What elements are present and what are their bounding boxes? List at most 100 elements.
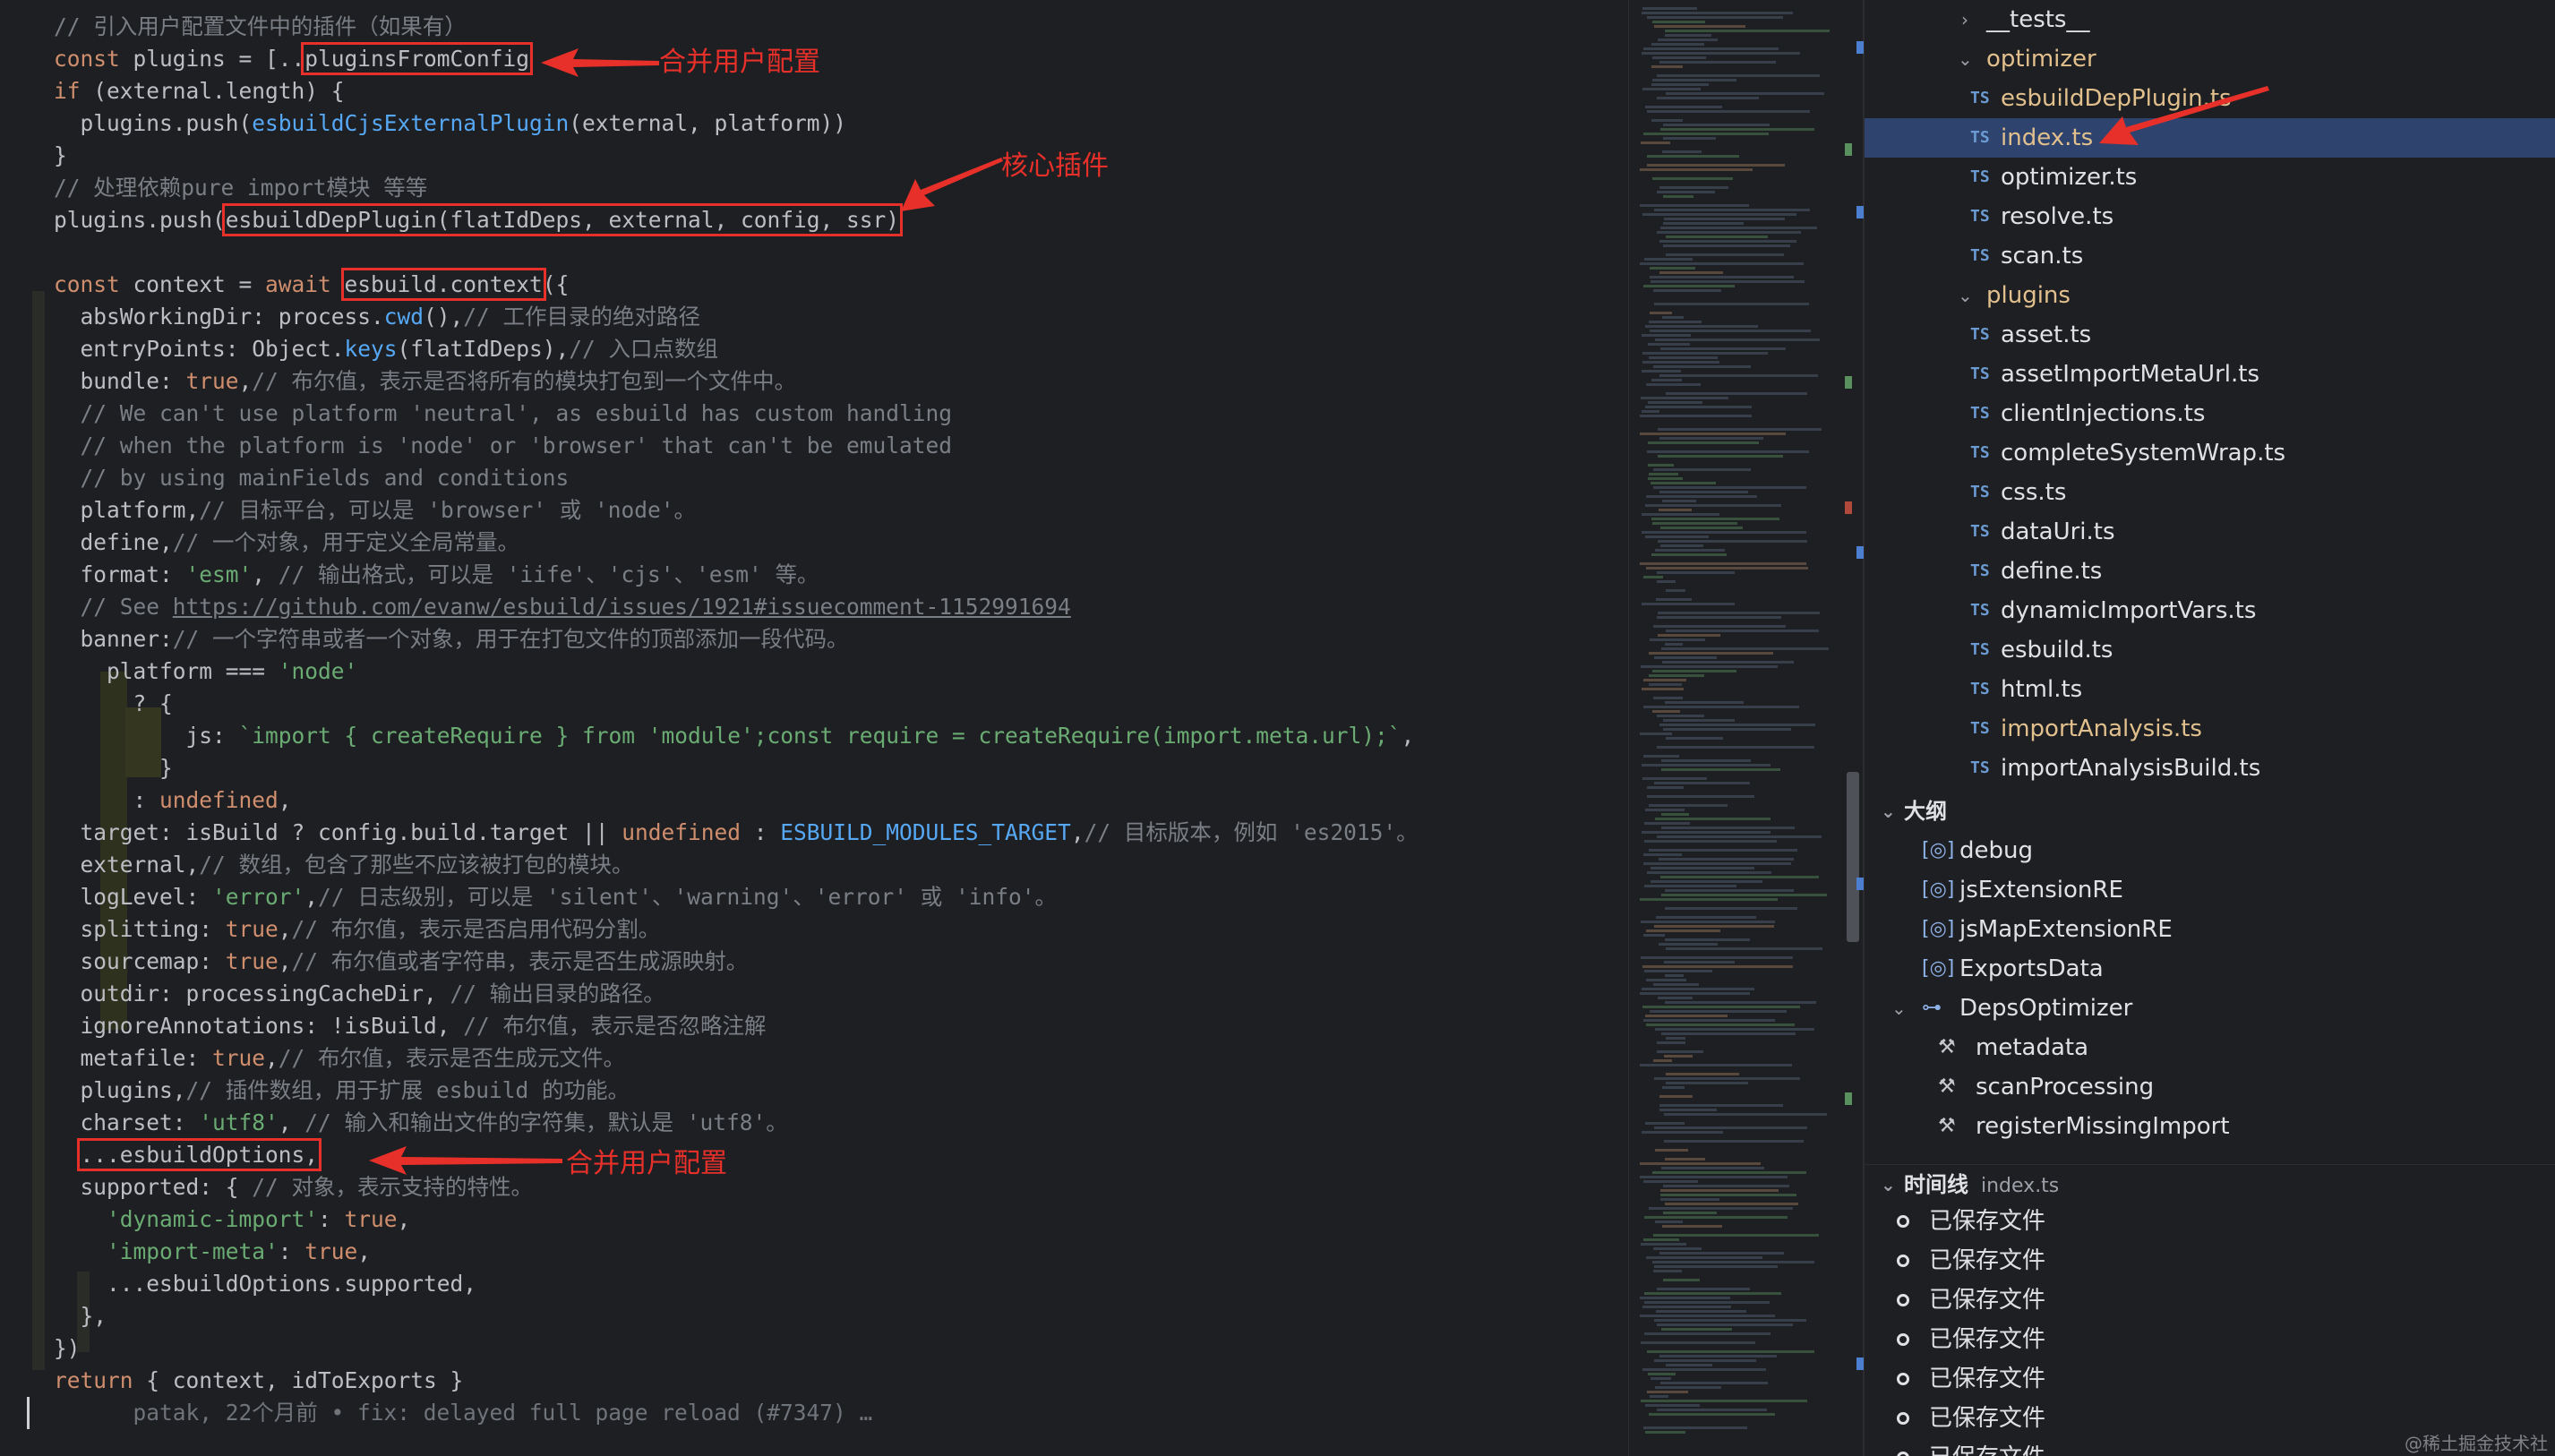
code-token: metafile: <box>54 1045 213 1071</box>
code-line[interactable]: entryPoints: Object.keys(flatIdDeps),// … <box>54 333 719 365</box>
tree-file-define-ts[interactable]: TS define.ts <box>1865 552 2555 591</box>
code-line[interactable]: // 处理依赖pure import模块 等等 <box>54 172 427 204</box>
outline-item[interactable]: [◎] jsMapExtensionRE <box>1865 910 2555 949</box>
code-line[interactable]: const plugins = [..pluginsFromConfig <box>54 42 534 75</box>
tree-file-completesystemwrap-ts[interactable]: TS completeSystemWrap.ts <box>1865 433 2555 473</box>
code-line[interactable]: ...esbuildOptions.supported, <box>54 1268 476 1300</box>
code-line[interactable]: // by using mainFields and conditions <box>54 462 570 494</box>
minimap-line <box>1650 267 1695 270</box>
code-line[interactable]: outdir: processingCacheDir, // 输出目录的路径。 <box>54 978 665 1010</box>
minimap[interactable] <box>1628 0 1843 1456</box>
tree-folder-plugins[interactable]: ⌄ plugins <box>1865 276 2555 315</box>
code-line[interactable]: plugins,// 插件数组，用于扩展 esbuild 的功能。 <box>54 1075 630 1107</box>
code-line[interactable]: // when the platform is 'node' or 'brows… <box>54 430 953 462</box>
tree-file-html-ts[interactable]: TS html.ts <box>1865 670 2555 709</box>
code-line[interactable]: charset: 'utf8', // 输入和输出文件的字符集，默认是 'utf… <box>54 1107 788 1139</box>
tree-file-esbuilddepplugin-ts[interactable]: TS esbuildDepPlugin.ts <box>1865 79 2555 118</box>
tree-file-resolve-ts[interactable]: TS resolve.ts <box>1865 197 2555 236</box>
code-line[interactable]: supported: { // 对象，表示支持的特性。 <box>54 1171 534 1203</box>
outline-item[interactable]: [◎] ExportsData <box>1865 949 2555 989</box>
timeline-entry[interactable]: 已保存文件 <box>1865 1202 2555 1241</box>
minimap-line <box>1643 1019 1775 1022</box>
tree-file-assetimportmetaurl-ts[interactable]: TS assetImportMetaUrl.ts <box>1865 355 2555 394</box>
code-line[interactable]: // 引入用户配置文件中的插件（如果有） <box>54 11 467 43</box>
tree-file-datauri-ts[interactable]: TS dataUri.ts <box>1865 512 2555 552</box>
scrollbar-thumb[interactable] <box>1847 772 1859 942</box>
code-line[interactable]: const context = await esbuild.context({ <box>54 268 569 301</box>
code-token: // 插件数组，用于扩展 esbuild 的功能。 <box>185 1077 630 1103</box>
code-line[interactable]: sourcemap: true,// 布尔值或者字符串，表示是否生成源映射。 <box>54 946 749 978</box>
timeline-entry[interactable]: 已保存文件 <box>1865 1320 2555 1359</box>
tree-folder-optimizer[interactable]: ⌄ optimizer <box>1865 39 2555 79</box>
tree-file-scan-ts[interactable]: TS scan.ts <box>1865 236 2555 276</box>
code-line[interactable]: return { context, idToExports } <box>54 1365 463 1397</box>
text-caret <box>27 1397 30 1429</box>
tree-file-asset-ts[interactable]: TS asset.ts <box>1865 315 2555 355</box>
code-editor[interactable]: // 引入用户配置文件中的插件（如果有） const plugins = [..p… <box>0 0 1628 1456</box>
code-line[interactable]: } <box>54 140 67 172</box>
file-label: index.ts <box>2001 124 2094 151</box>
outline-section-header[interactable]: ⌄ 大纲 <box>1865 792 2555 831</box>
minimap-line <box>1661 759 1751 762</box>
timeline-entry[interactable]: 已保存文件 <box>1865 1241 2555 1280</box>
code-line[interactable]: 'dynamic-import': true, <box>54 1203 410 1236</box>
code-line[interactable]: platform === 'node' <box>54 655 357 688</box>
tree-file-optimizer-ts[interactable]: TS optimizer.ts <box>1865 158 2555 197</box>
code-line[interactable]: banner:// 一个字符串或者一个对象，用于在打包文件的顶部添加一段代码。 <box>54 623 849 655</box>
code-line[interactable]: plugins.push(esbuildCjsExternalPlugin(ex… <box>54 107 847 140</box>
code-line[interactable]: 'import-meta': true, <box>54 1236 371 1268</box>
code-link[interactable]: https://github.com/evanw/esbuild/issues/… <box>173 594 1071 620</box>
tree-file-index-ts[interactable]: TS index.ts <box>1865 118 2555 158</box>
minimap-line <box>1645 1015 1728 1017</box>
outline-item[interactable]: [◎] jsExtensionRE <box>1865 870 2555 910</box>
minimap-line <box>1650 280 1805 283</box>
code-line[interactable]: metafile: true,// 布尔值，表示是否生成元文件。 <box>54 1042 626 1075</box>
outline-item[interactable]: [◎] debug <box>1865 831 2555 870</box>
code-line[interactable]: } <box>54 752 173 784</box>
code-line[interactable]: }) <box>54 1332 81 1365</box>
tree-folder-tests[interactable]: › __tests__ <box>1865 0 2555 39</box>
timeline-section-header[interactable]: ⌄ 时间线 index.ts <box>1865 1164 2555 1203</box>
outline-item[interactable]: ⚒ registerMissingImport <box>1865 1107 2555 1146</box>
code-line[interactable]: if (external.length) { <box>54 75 345 107</box>
tree-file-dynamicimportvars-ts[interactable]: TS dynamicImportVars.ts <box>1865 591 2555 630</box>
code-line[interactable]: platform,// 目标平台，可以是 'browser' 或 'node'。 <box>54 494 697 527</box>
code-line[interactable]: format: 'esm', // 输出格式，可以是 'iife'、'cjs'、… <box>54 559 819 591</box>
code-line[interactable]: ...esbuildOptions, <box>54 1138 322 1171</box>
minimap-line <box>1665 907 1797 910</box>
code-line[interactable]: logLevel: 'error',// 日志级别，可以是 'silent'、'… <box>54 881 1058 913</box>
code-line[interactable]: target: isBuild ? config.build.target ||… <box>54 817 1419 849</box>
interface-icon: ⊶ <box>1922 997 1942 1019</box>
code-line[interactable]: plugins.push(esbuildDepPlugin(flatIdDeps… <box>54 203 904 236</box>
code-line[interactable]: external,// 数组，包含了那些不应该被打包的模块。 <box>54 849 634 881</box>
outline-item[interactable]: ⌄ ⊶ DepsOptimizer <box>1865 989 2555 1028</box>
code-line[interactable]: patak, 22个月前 • fix: delayed full page re… <box>54 1397 873 1429</box>
minimap-line <box>1652 56 1706 59</box>
typescript-file-icon: TS <box>1970 522 1990 541</box>
minimap-line <box>1663 1279 1700 1281</box>
code-line[interactable]: }, <box>54 1300 107 1332</box>
minimap-line <box>1653 983 1699 986</box>
timeline-entry[interactable]: 已保存文件 <box>1865 1359 2555 1399</box>
code-line[interactable]: define,// 一个对象，用于定义全局常量。 <box>54 527 520 559</box>
code-line[interactable]: // We can't use platform 'neutral', as e… <box>54 398 953 430</box>
tree-file-esbuild-ts[interactable]: TS esbuild.ts <box>1865 630 2555 670</box>
outline-item[interactable]: ⚒ scanProcessing <box>1865 1067 2555 1107</box>
code-line[interactable]: splitting: true,// 布尔值，表示是否启用代码分割。 <box>54 913 661 946</box>
tree-file-importanalysisbuild-ts[interactable]: TS importAnalysisBuild.ts <box>1865 749 2555 788</box>
timeline-entry[interactable]: 已保存文件 <box>1865 1280 2555 1320</box>
code-line[interactable]: : undefined, <box>54 784 292 817</box>
code-line[interactable]: bundle: true,// 布尔值，表示是否将所有的模块打包到一个文件中。 <box>54 365 797 398</box>
tree-file-clientinjections-ts[interactable]: TS clientInjections.ts <box>1865 394 2555 433</box>
tree-file-css-ts[interactable]: TS css.ts <box>1865 473 2555 512</box>
code-line[interactable]: ignoreAnnotations: !isBuild, // 布尔值，表示是否… <box>54 1010 767 1042</box>
outline-item[interactable]: ⚒ metadata <box>1865 1028 2555 1067</box>
code-line[interactable]: js: `import { createRequire } from 'modu… <box>54 720 1415 752</box>
tree-file-importanalysis-ts[interactable]: TS importAnalysis.ts <box>1865 709 2555 749</box>
minimap-line <box>1661 813 1689 816</box>
code-line[interactable]: absWorkingDir: process.cwd(),// 工作目录的绝对路… <box>54 301 701 333</box>
code-line[interactable]: // See https://github.com/evanw/esbuild/… <box>54 591 1071 623</box>
minimap-line <box>1642 965 1793 968</box>
code-line[interactable]: ? { <box>54 688 173 720</box>
minimap-line <box>1640 168 1753 171</box>
